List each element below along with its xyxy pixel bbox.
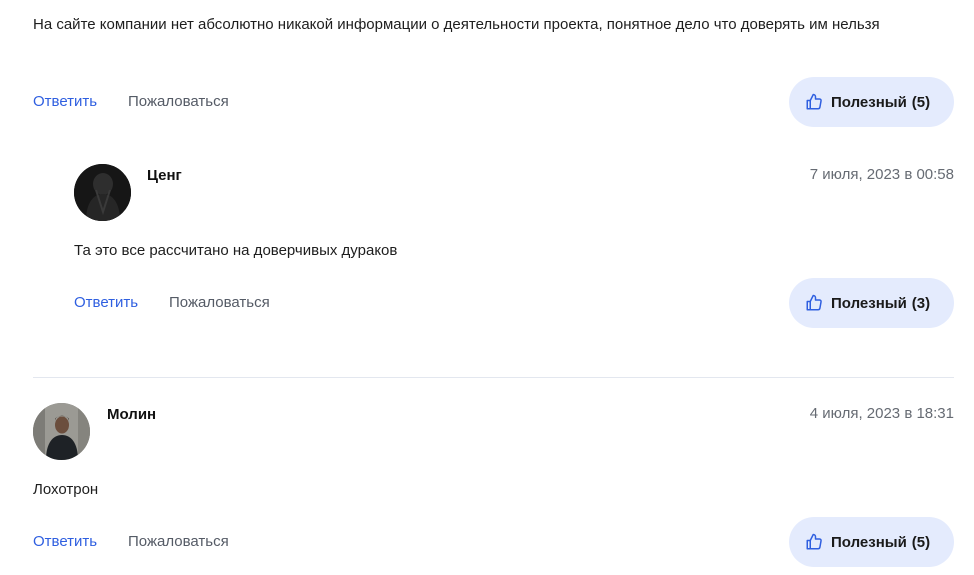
helpful-label: Полезный: [831, 294, 907, 312]
helpful-button[interactable]: Полезный (5): [789, 77, 954, 127]
report-button[interactable]: Пожаловаться: [128, 532, 229, 552]
reply-button[interactable]: Ответить: [33, 92, 97, 112]
thumbs-up-icon: [806, 93, 822, 110]
comment-date: 4 июля, 2023 в 18:31: [809, 405, 954, 422]
comment-text: Та это все рассчитано на доверчивых дура…: [74, 242, 398, 259]
thumbs-up-icon: [806, 533, 822, 550]
author-name: Ценг: [147, 167, 182, 184]
helpful-count: (3): [911, 294, 931, 312]
comment-text: На сайте компании нет абсолютно никакой …: [33, 16, 880, 33]
report-button[interactable]: Пожаловаться: [128, 92, 229, 112]
helpful-label: Полезный: [831, 533, 907, 551]
reply-button[interactable]: Ответить: [74, 293, 138, 313]
reply-button[interactable]: Ответить: [33, 532, 97, 552]
comment-date: 7 июля, 2023 в 00:58: [809, 166, 954, 183]
avatar: [33, 403, 90, 460]
helpful-count: (5): [911, 533, 931, 551]
helpful-label: Полезный: [831, 93, 907, 111]
author-name: Молин: [107, 406, 157, 423]
helpful-button[interactable]: Полезный (3): [789, 278, 954, 328]
avatar: [74, 164, 131, 221]
report-button[interactable]: Пожаловаться: [169, 293, 270, 313]
helpful-button[interactable]: Полезный (5): [789, 517, 954, 567]
avatar-image: [74, 164, 131, 221]
avatar-image: [33, 403, 90, 460]
comment-text: Лохотрон: [33, 481, 99, 498]
divider: [33, 377, 954, 378]
thumbs-up-icon: [806, 294, 822, 311]
helpful-count: (5): [911, 93, 931, 111]
